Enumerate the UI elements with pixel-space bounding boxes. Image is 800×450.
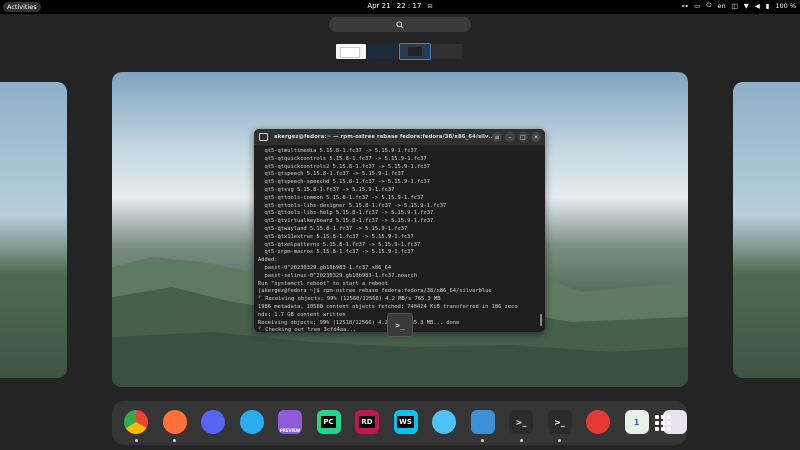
close-icon[interactable]: × [531, 132, 541, 142]
solitaire-label: 1 [633, 417, 640, 427]
flutter-icon[interactable] [432, 410, 456, 434]
top-bar: Activities Apr 21 22 : 17 ⊟ ⊶ ▭ ⏻ en ◫ ▼… [0, 0, 800, 14]
system-tray[interactable]: ⊶ ▭ ⏻ en ◫ ▼ ◀ ▮ 100 % [682, 1, 796, 10]
terminal-line: passt-selinux-0^20230329.gb10b983-1.fc37… [258, 272, 418, 279]
terminal-scrollbar[interactable] [540, 314, 542, 326]
battery-icon: ▮ [765, 1, 770, 10]
terminal-line: qt5-qtquickcontrols2 5.15.8-1.fc37 -> 5.… [258, 163, 431, 170]
app-preview-label: PREVIEW [279, 428, 301, 433]
running-indicator [558, 439, 561, 442]
terminal-line: 1986 metadata, 10580 content objects fet… [258, 303, 518, 310]
terminal-line: qt5-qtspeech-speechd 5.15.8-1.fc37 -> 5.… [258, 179, 431, 186]
terminal-line: qt5-qtmultimedia 5.15.8-1.fc37 -> 5.15.9… [258, 148, 418, 154]
terminal-line: qt5-qttools-libs-designer 5.15.8-1.fc37 … [258, 202, 447, 209]
search-icon [396, 20, 404, 29]
terminal-line: qt5-qtxmlpatterns 5.15.8-1.fc37 -> 5.15.… [258, 241, 421, 248]
terminal-output[interactable]: qt5-qtmultimedia 5.15.8-1.fc37 -> 5.15.9… [254, 145, 545, 332]
network-icon[interactable]: ⊶ [682, 2, 689, 10]
display-icon[interactable]: ▭ [694, 2, 700, 10]
terminal-line: Added: [258, 257, 278, 264]
app-preview-icon[interactable]: PREVIEW [278, 410, 302, 434]
date-label: Apr 21 [367, 2, 391, 10]
terminal-line: qt5-qtwayland 5.15.8-1.fc37 -> 5.15.9-1.… [258, 225, 408, 232]
terminal-icon[interactable]: >_ [509, 410, 533, 434]
new-tab-icon[interactable] [259, 133, 268, 141]
terminal-line: qt5-qttools-libs-help 5.15.8-1.fc37 -> 5… [258, 210, 434, 217]
show-apps-icon[interactable] [655, 415, 671, 431]
battery-saver-icon[interactable]: ◫ [732, 2, 738, 10]
workspace-left[interactable] [0, 82, 67, 378]
terminal-label: >_ [515, 417, 527, 427]
workspace-thumbnail[interactable] [368, 44, 398, 59]
wifi-icon: ▼ [743, 1, 749, 10]
running-indicator [134, 439, 138, 442]
dock: PREVIEW PC RD WS >_ >_ 1 [112, 401, 687, 445]
maximize-icon[interactable]: □ [518, 132, 528, 142]
battery-percent: 100 % [775, 1, 796, 10]
workspace-thumbnail[interactable] [336, 44, 366, 59]
telegram-icon[interactable] [239, 410, 264, 434]
running-indicator [519, 439, 523, 442]
terminal-2-label: >_ [554, 417, 565, 427]
clock[interactable]: Apr 21 22 : 17 ⊟ [0, 2, 800, 10]
terminal-line: qt5-qtquickcontrols 5.15.8-1.fc37 -> 5.1… [258, 155, 427, 162]
solitaire-icon[interactable]: 1 [624, 410, 649, 434]
menu-icon[interactable]: ≡ [492, 132, 502, 142]
webstorm-label: WS [397, 416, 414, 428]
terminal-line: qt5-qtx11extras 5.15.8-1.fc37 -> 5.15.9-… [258, 233, 414, 240]
terminal-window[interactable]: akergez@fedora:~ — rpm-ostree rebase fed… [254, 129, 545, 332]
rider-label: RD [359, 416, 375, 428]
terminal-titlebar[interactable]: akergez@fedora:~ — rpm-ostree rebase fed… [254, 129, 545, 145]
workspace-right[interactable] [733, 82, 800, 378]
pycharm-icon[interactable]: PC [316, 410, 341, 434]
notification-icon: ⊟ [427, 3, 433, 10]
workspace-thumbnail[interactable] [432, 44, 462, 59]
terminal-line: qt5-srpm-macros 5.15.8-1.fc37 -> 5.15.9-… [258, 249, 414, 256]
time-label: 22 : 17 [396, 2, 422, 10]
rider-icon[interactable]: RD [355, 410, 379, 434]
overview-search-input[interactable] [329, 17, 471, 32]
pycharm-label: PC [321, 416, 336, 428]
workspace-switcher [336, 43, 462, 60]
terminal-line: qt5-qtspeech 5.15.8-1.fc37 -> 5.15.9-1.f… [258, 171, 405, 178]
terminal-drag-icon: >_ [387, 313, 413, 337]
workspace-thumbnail-active[interactable] [399, 43, 431, 60]
terminal-line: ⠋ Receiving objects; 99% (12560/12566) 4… [258, 296, 441, 303]
terminal-line: qt5-qtvirtualkeyboard 5.15.8-1.fc37 -> 5… [258, 218, 434, 225]
terminal-line: Run "systemctl reboot" to start a reboot [258, 280, 388, 287]
power-icon[interactable]: ⏻ [706, 1, 711, 10]
files-icon[interactable] [470, 410, 495, 434]
volume-icon: ◀ [754, 1, 760, 10]
terminal-line: passt-0^20230329.gb10b983-1.fc37.x86_64 [258, 264, 392, 271]
minimize-icon[interactable]: – [505, 132, 515, 142]
terminal-line: [akergez@fedora ~]$ rpm-ostree rebase fe… [258, 288, 492, 295]
language-indicator[interactable]: en [717, 2, 725, 10]
terminal-icon-2[interactable]: >_ [547, 410, 572, 434]
chrome-icon[interactable] [124, 410, 148, 434]
discord-icon[interactable] [201, 410, 225, 434]
tomato-icon[interactable] [586, 410, 610, 434]
terminal-line: qt5-qtsvg 5.15.8-1.fc37 -> 5.15.9-1.fc37 [258, 186, 395, 193]
terminal-title: akergez@fedora:~ — rpm-ostree rebase fed… [274, 134, 495, 140]
running-indicator [173, 439, 176, 442]
running-indicator [481, 439, 484, 442]
webstorm-icon[interactable]: WS [393, 410, 418, 434]
terminal-line: qt5-qttools-common 5.15.8-1.fc37 -> 5.15… [258, 194, 424, 201]
firefox-icon[interactable] [162, 410, 187, 434]
